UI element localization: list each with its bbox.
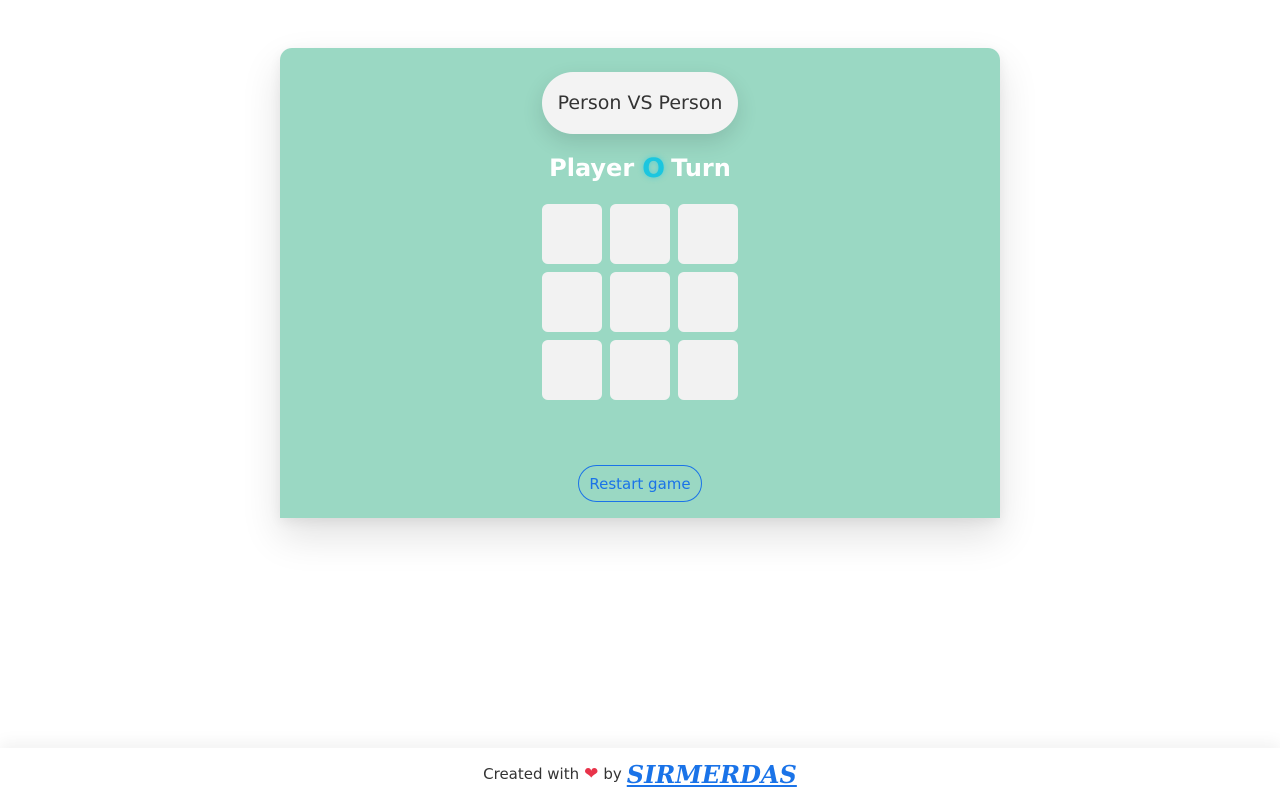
board-cell[interactable]: [678, 272, 738, 332]
restart-game-button[interactable]: Restart game: [578, 465, 702, 502]
footer: Created with ❤ by SIRMERDAS: [0, 748, 1280, 800]
board-cell[interactable]: [610, 272, 670, 332]
board-cell[interactable]: [610, 204, 670, 264]
turn-prefix: Player: [549, 154, 635, 182]
footer-created-with: Created with: [483, 765, 580, 783]
game-board: [542, 204, 738, 400]
current-player-symbol: O: [642, 152, 666, 184]
board-cell[interactable]: [542, 272, 602, 332]
board-cell[interactable]: [610, 340, 670, 400]
board-cell[interactable]: [678, 204, 738, 264]
game-card: Person VS Person Player O Turn Restart g…: [280, 48, 1000, 518]
board-cell[interactable]: [542, 340, 602, 400]
author-link[interactable]: SIRMERDAS: [627, 760, 797, 789]
turn-suffix: Turn: [671, 154, 731, 182]
page: Person VS Person Player O Turn Restart g…: [0, 0, 1280, 800]
board-cell[interactable]: [678, 340, 738, 400]
heart-icon: ❤: [584, 763, 599, 784]
game-mode-button[interactable]: Person VS Person: [542, 72, 738, 134]
board-cell[interactable]: [542, 204, 602, 264]
footer-by: by: [603, 765, 622, 783]
turn-indicator: Player O Turn: [280, 148, 1000, 188]
